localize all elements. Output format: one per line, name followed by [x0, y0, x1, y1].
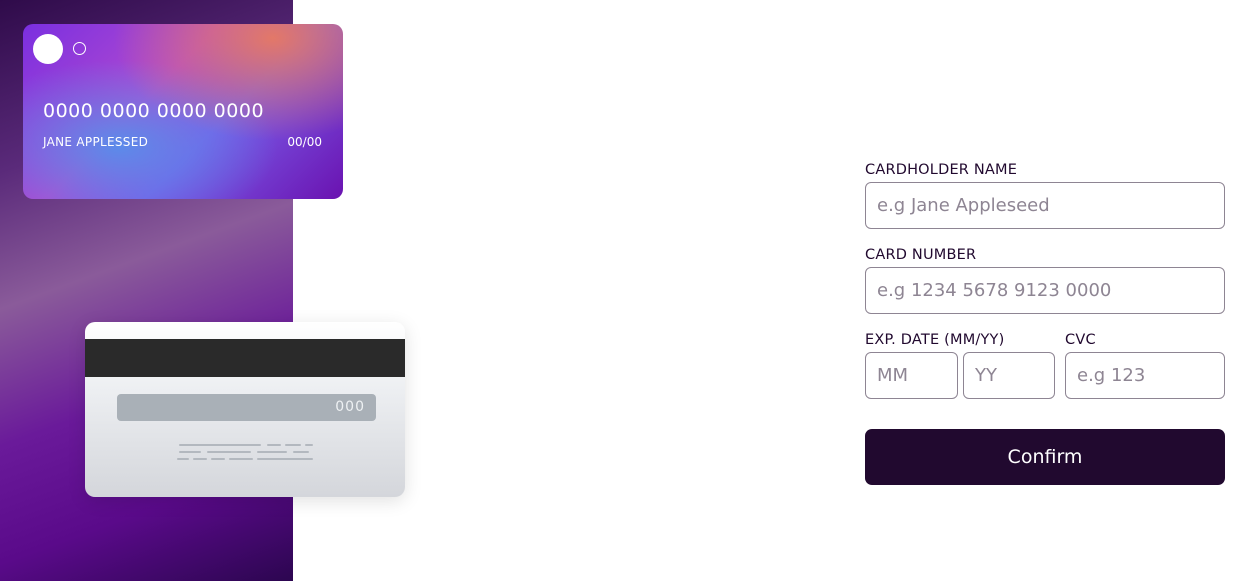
- cardholder-name-label: CARDHOLDER NAME: [865, 162, 1018, 178]
- exp-year-input[interactable]: [963, 352, 1055, 399]
- card-number-input[interactable]: [865, 267, 1225, 314]
- card-front: 0000 0000 0000 0000 JANE APPLESSED 00/00: [23, 24, 343, 199]
- card-front-number: 0000 0000 0000 0000: [43, 100, 265, 122]
- card-number-label: CARD NUMBER: [865, 247, 977, 263]
- card-back-cvc: 000: [335, 399, 365, 415]
- card-back-fine-print: [177, 444, 317, 464]
- card-back: 000: [85, 322, 405, 497]
- card-logo-circle-outline: [73, 42, 86, 55]
- confirm-button[interactable]: Confirm: [865, 429, 1225, 485]
- signature-strip: 000: [117, 394, 376, 421]
- card-front-holder-name: JANE APPLESSED: [43, 135, 149, 149]
- exp-month-input[interactable]: [865, 352, 958, 399]
- card-front-expiry: 00/00: [287, 135, 322, 149]
- cvc-input[interactable]: [1065, 352, 1225, 399]
- magnetic-stripe: [85, 339, 405, 377]
- cardholder-name-input[interactable]: [865, 182, 1225, 229]
- card-logo-circle-filled: [33, 34, 63, 64]
- cvc-label: CVC: [1065, 332, 1096, 348]
- exp-date-label: EXP. DATE (MM/YY): [865, 332, 1005, 348]
